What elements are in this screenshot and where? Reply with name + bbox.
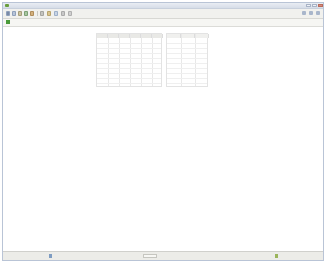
column-header xyxy=(130,34,141,38)
toolbar xyxy=(3,9,323,19)
home-button[interactable] xyxy=(30,11,34,16)
menu-bar xyxy=(3,19,323,27)
table-row xyxy=(97,78,161,79)
maximize-button[interactable] xyxy=(312,4,317,7)
back-button[interactable] xyxy=(6,11,10,16)
column-header xyxy=(141,34,152,38)
table-row xyxy=(167,43,207,44)
data-table-right xyxy=(166,33,209,87)
content-area[interactable] xyxy=(3,27,323,253)
minimize-button[interactable] xyxy=(306,4,311,7)
column-header xyxy=(119,34,130,38)
settings-icon[interactable] xyxy=(316,11,320,15)
refresh-button[interactable] xyxy=(24,11,28,16)
mail-button[interactable] xyxy=(61,11,65,16)
search-button[interactable] xyxy=(40,11,44,16)
column-header xyxy=(152,34,163,38)
table-row xyxy=(97,63,161,64)
stop-button[interactable] xyxy=(18,11,22,16)
column-header xyxy=(108,34,119,38)
table-row xyxy=(167,53,207,54)
table-row xyxy=(97,58,161,59)
table-row xyxy=(97,48,161,49)
status-bar xyxy=(3,251,323,260)
toolbar-right-group xyxy=(300,11,320,16)
table-row xyxy=(167,63,207,64)
page-icon xyxy=(6,20,10,24)
table-row xyxy=(167,68,207,69)
close-button[interactable] xyxy=(318,4,323,7)
column-header xyxy=(97,34,108,38)
table-row xyxy=(167,48,207,49)
table-row xyxy=(167,78,207,79)
data-table-left xyxy=(96,33,163,87)
column-header xyxy=(195,34,209,38)
forward-button[interactable] xyxy=(12,11,16,16)
table-row xyxy=(97,68,161,69)
link-icon[interactable] xyxy=(302,11,307,15)
zone-icon xyxy=(275,254,278,258)
app-icon xyxy=(5,4,9,7)
history-button[interactable] xyxy=(54,11,58,16)
table-row xyxy=(97,53,161,54)
column-header xyxy=(167,34,181,38)
go-icon[interactable] xyxy=(309,11,314,15)
status-icon xyxy=(49,254,52,258)
status-field xyxy=(143,254,157,258)
table-row xyxy=(167,73,207,74)
print-button[interactable] xyxy=(68,11,72,16)
table-row xyxy=(97,43,161,44)
table-row xyxy=(97,83,161,84)
favorites-button[interactable] xyxy=(47,11,51,16)
app-window xyxy=(2,2,324,261)
table-row xyxy=(167,83,207,84)
toolbar-divider xyxy=(37,11,38,16)
table-row xyxy=(97,73,161,74)
column-header xyxy=(181,34,195,38)
table-row xyxy=(167,58,207,59)
